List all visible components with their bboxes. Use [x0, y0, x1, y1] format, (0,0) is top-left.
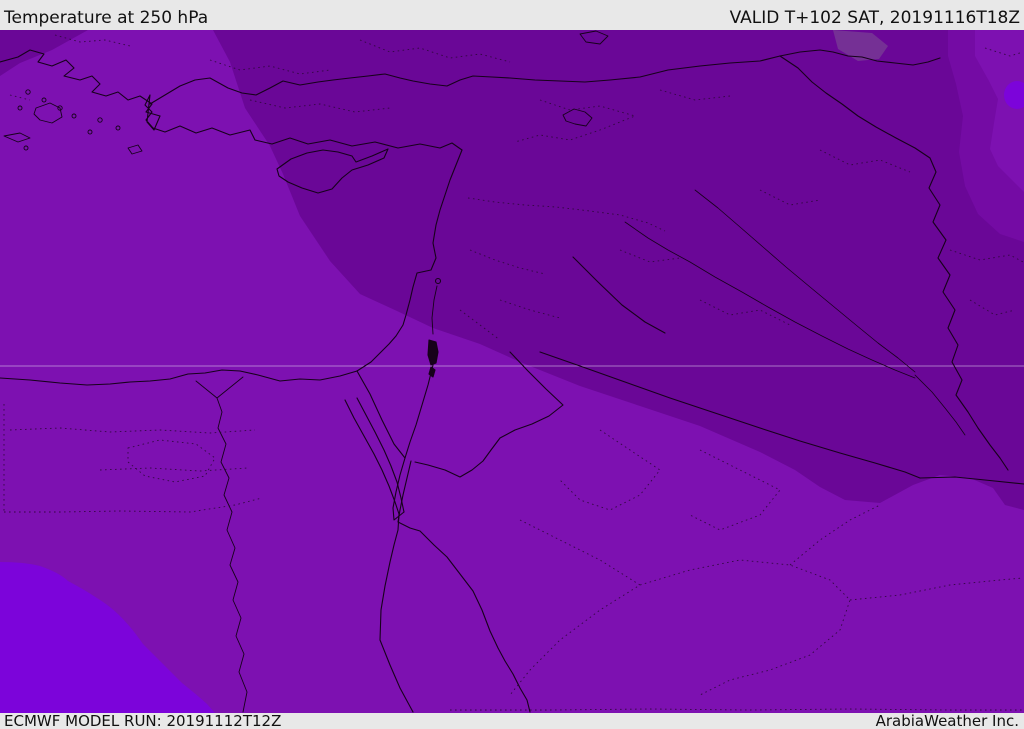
footer-bar: ECMWF MODEL RUN: 20191112T12Z ArabiaWeat…: [0, 712, 1024, 729]
valid-time-label: VALID T+102 SAT, 20191116T18Z: [729, 8, 1020, 28]
header-bar: Temperature at 250 hPa VALID T+102 SAT, …: [0, 0, 1024, 30]
model-run-label: ECMWF MODEL RUN: 20191112T12Z: [4, 712, 282, 729]
map-area: [0, 30, 1024, 713]
temperature-bands: [0, 30, 1024, 713]
page-title: Temperature at 250 hPa: [4, 8, 209, 28]
weather-map-window: Temperature at 250 hPa VALID T+102 SAT, …: [0, 0, 1024, 729]
brand-label: ArabiaWeather Inc.: [875, 712, 1019, 729]
temperature-map: [0, 30, 1024, 713]
